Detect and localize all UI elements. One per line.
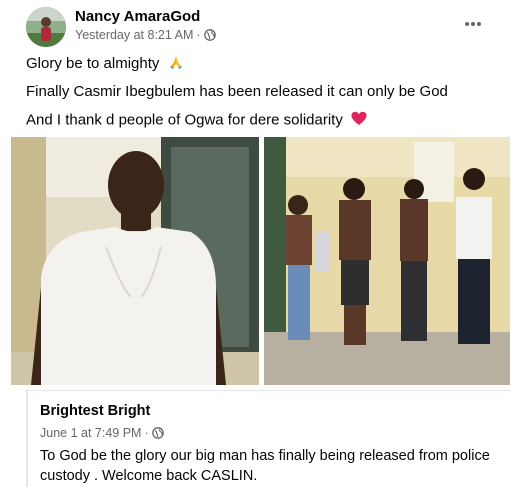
shared-meta-separator: · (144, 426, 149, 440)
shared-author-name[interactable]: Brightest Bright (40, 403, 150, 419)
post-line-1-text: Glory be to almighty (26, 54, 160, 72)
shared-post[interactable]: Brightest Bright June 1 at 7:49 PM · To … (26, 390, 510, 487)
globe-icon[interactable] (203, 29, 216, 41)
globe-icon[interactable] (151, 427, 164, 439)
shared-post-meta: June 1 at 7:49 PM · (40, 426, 164, 440)
facebook-post: Nancy AmaraGod Yesterday at 8:21 AM · Gl… (0, 0, 511, 487)
post-text-line-3: And I thank d people of Ogwa for dere so… (26, 111, 367, 130)
photo-four-men-standing[interactable] (264, 137, 510, 385)
post-text-line-2: Finally Casmir Ibegbulem has been releas… (26, 83, 448, 100)
photo-man-white-shirt[interactable] (11, 137, 259, 385)
author-avatar[interactable] (26, 7, 66, 47)
photo-grid (11, 137, 510, 385)
post-text-line-1: Glory be to almighty (26, 54, 184, 74)
more-options-icon[interactable] (462, 13, 484, 35)
red-heart-icon (351, 111, 367, 130)
shared-timestamp[interactable]: June 1 at 7:49 PM (40, 426, 141, 440)
post-meta: Yesterday at 8:21 AM · (75, 28, 216, 42)
post-line-3-text: And I thank d people of Ogwa for dere so… (26, 111, 343, 129)
post-timestamp[interactable]: Yesterday at 8:21 AM (75, 28, 193, 42)
shared-post-text: To God be the glory our big man has fina… (40, 448, 490, 484)
praying-hands-icon (168, 54, 184, 74)
author-name[interactable]: Nancy AmaraGod (75, 8, 200, 25)
meta-separator: · (196, 28, 201, 42)
